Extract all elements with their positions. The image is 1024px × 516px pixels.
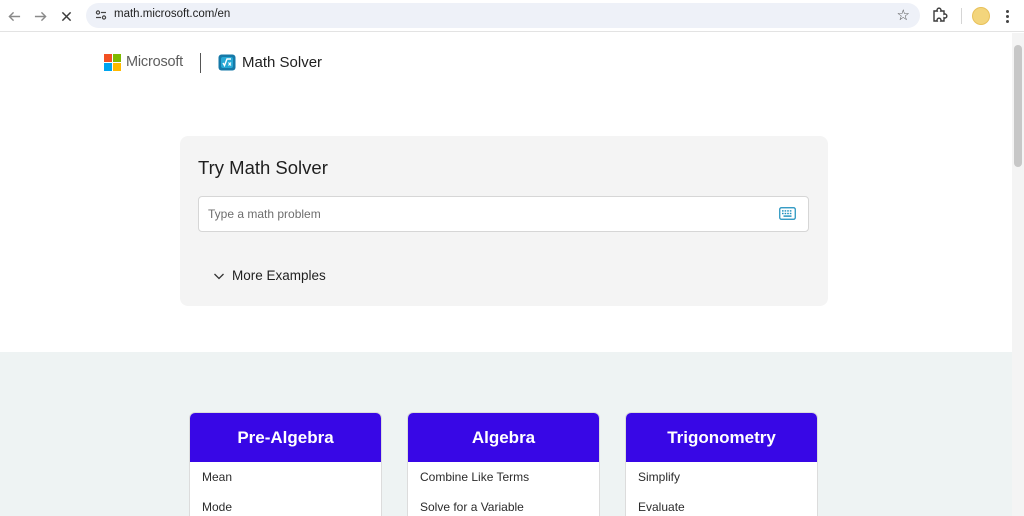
url-text: math.microsoft.com/en xyxy=(114,8,231,20)
stop-loading-icon[interactable] xyxy=(56,6,76,26)
category-link[interactable]: Evaluate xyxy=(626,492,817,516)
back-icon[interactable] xyxy=(4,6,24,26)
product-title[interactable]: Math Solver xyxy=(242,54,322,71)
category-link[interactable]: Mean xyxy=(190,462,381,492)
page-scrollbar[interactable] xyxy=(1012,33,1024,516)
category-link[interactable]: Combine Like Terms xyxy=(408,462,599,492)
category-title[interactable]: Algebra xyxy=(408,413,599,462)
keyboard-icon[interactable] xyxy=(779,207,796,220)
category-card-pre-algebra: Pre-Algebra Mean Mode xyxy=(189,412,382,516)
category-title[interactable]: Trigonometry xyxy=(626,413,817,462)
math-solver-card: Try Math Solver More Examples xyxy=(180,136,828,306)
site-info-icon[interactable] xyxy=(94,8,108,22)
topics-section: Pre-Algebra Mean Mode Algebra Combine Li… xyxy=(0,352,1012,516)
scrollbar-thumb[interactable] xyxy=(1014,45,1022,167)
browser-menu-icon[interactable] xyxy=(1000,6,1014,26)
category-card-trigonometry: Trigonometry Simplify Evaluate xyxy=(625,412,818,516)
microsoft-logo-icon[interactable] xyxy=(104,54,121,71)
chevron-down-icon xyxy=(214,273,224,279)
category-title[interactable]: Pre-Algebra xyxy=(190,413,381,462)
browser-toolbar: math.microsoft.com/en ☆ xyxy=(0,0,1024,32)
category-card-algebra: Algebra Combine Like Terms Solve for a V… xyxy=(407,412,600,516)
forward-icon[interactable] xyxy=(30,6,50,26)
brand-divider xyxy=(200,53,201,73)
extensions-puzzle-icon[interactable] xyxy=(931,6,949,24)
card-title: Try Math Solver xyxy=(198,157,328,178)
toolbar-divider xyxy=(961,8,962,24)
address-bar[interactable]: math.microsoft.com/en ☆ xyxy=(86,3,920,28)
profile-avatar[interactable] xyxy=(972,7,990,25)
microsoft-wordmark[interactable]: Microsoft xyxy=(126,54,183,70)
math-solver-app-icon[interactable] xyxy=(218,54,236,71)
category-link[interactable]: Solve for a Variable xyxy=(408,492,599,516)
bookmark-star-icon[interactable]: ☆ xyxy=(897,6,910,24)
more-examples-toggle[interactable]: More Examples xyxy=(213,268,326,283)
category-link[interactable]: Simplify xyxy=(626,462,817,492)
category-link[interactable]: Mode xyxy=(190,492,381,516)
math-problem-input[interactable] xyxy=(199,197,769,231)
math-problem-field[interactable] xyxy=(198,196,809,232)
more-examples-label: More Examples xyxy=(232,268,326,283)
